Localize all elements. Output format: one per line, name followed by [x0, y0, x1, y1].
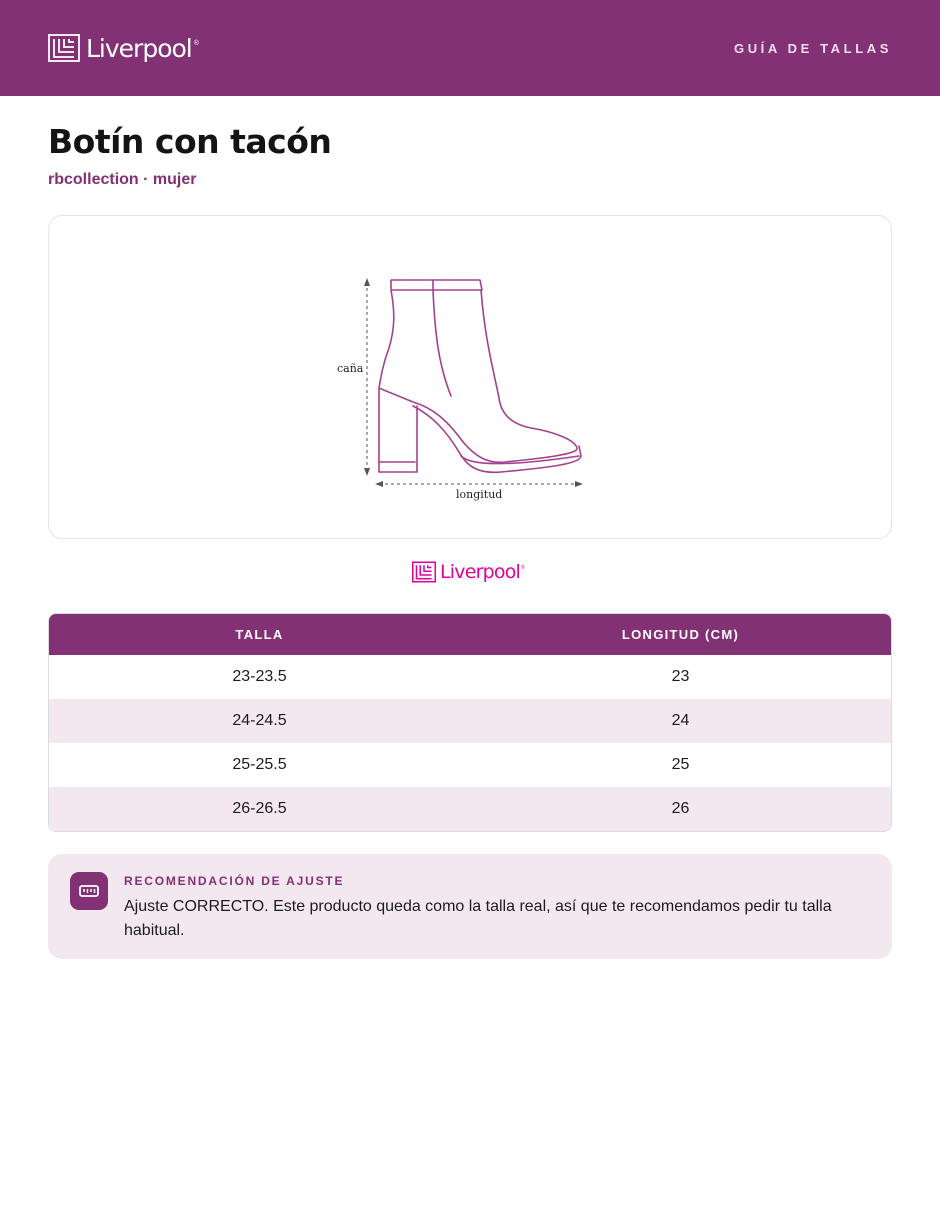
liverpool-logo-icon [48, 34, 80, 62]
registered-mark: ® [193, 39, 199, 47]
length-cell: 24 [671, 712, 690, 729]
registered-mark: ® [521, 565, 525, 571]
liverpool-brand-logo: Liverpool ® [412, 561, 525, 583]
table-row: 25-25.5 25 [49, 743, 891, 787]
table-row: 26-26.5 26 [49, 787, 891, 831]
boot-measurement-illustration: caña longitud [337, 278, 583, 501]
top-header: Liverpool ® GUÍA DE TALLAS [0, 0, 940, 96]
ruler-icon [70, 872, 108, 910]
logo-wordmark: Liverpool [86, 33, 193, 63]
size-cell: 23-23.5 [232, 668, 287, 685]
ruler-icon-glyph [79, 885, 99, 897]
product-subtitle: rbcollection · mujer [48, 171, 197, 188]
recommendation-label: RECOMENDACIÓN DE AJUSTE [124, 874, 345, 888]
table-header: TALLA LONGITUD (CM) [49, 614, 891, 655]
length-cell: 23 [671, 668, 690, 685]
liverpool-logo-icon [412, 561, 436, 583]
height-label: caña [337, 362, 364, 375]
size-cell: 24-24.5 [232, 712, 287, 729]
column-header-length: LONGITUD (CM) [621, 627, 740, 642]
table-row: 24-24.5 24 [49, 699, 891, 743]
size-cell: 25-25.5 [232, 756, 287, 773]
measurement-arrows [364, 278, 583, 487]
length-cell: 25 [671, 756, 690, 773]
size-table: TALLA LONGITUD (CM) 23-23.5 23 24-24.5 2… [48, 613, 892, 832]
size-guide-link[interactable]: GUÍA DE TALLAS [734, 41, 892, 56]
length-label: longitud [456, 488, 502, 501]
table-row: 23-23.5 23 [49, 655, 891, 699]
recommendation-text: Ajuste CORRECTO. Este producto queda com… [124, 898, 832, 939]
table-body: 23-23.5 23 24-24.5 24 25-25.5 25 26-26.5… [49, 655, 891, 831]
size-cell: 26-26.5 [232, 800, 287, 817]
product-title: Botín con tacón [48, 122, 332, 161]
fit-recommendation-box: RECOMENDACIÓN DE AJUSTE Ajuste CORRECTO.… [48, 854, 892, 959]
length-cell: 26 [671, 800, 690, 817]
logo-wordmark: Liverpool [440, 561, 521, 583]
liverpool-logo[interactable]: Liverpool ® [48, 34, 199, 63]
boot-outline [378, 279, 582, 474]
measurement-figure-card: caña longitud [48, 215, 892, 539]
column-header-size: TALLA [235, 627, 284, 642]
